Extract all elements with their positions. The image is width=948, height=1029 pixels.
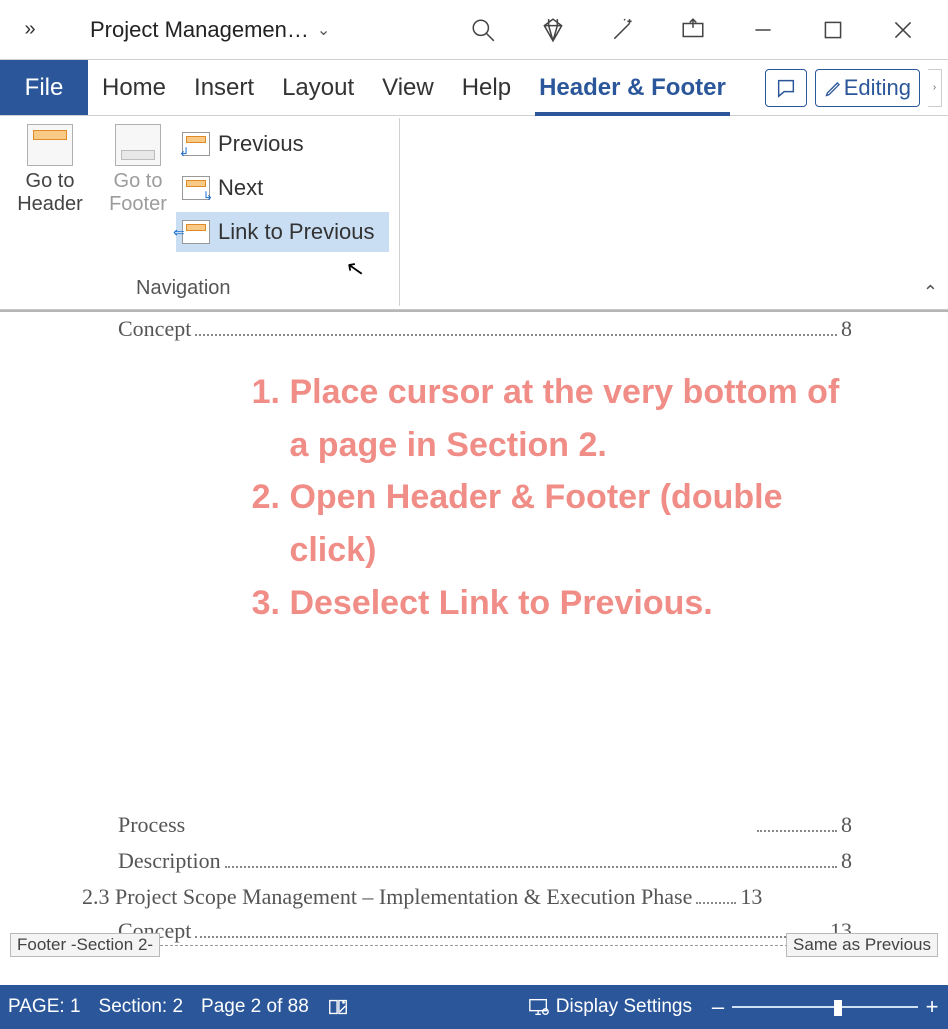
- previous-icon: ↲: [182, 132, 210, 156]
- annotation-item-3: Deselect Link to Previous.: [289, 577, 849, 630]
- same-as-previous-tag: Same as Previous: [786, 933, 938, 957]
- toc-leader: [195, 334, 837, 336]
- goto-header-label-line2: Header: [8, 193, 92, 216]
- book-icon: [327, 996, 349, 1018]
- status-page[interactable]: PAGE: 1: [8, 996, 81, 1018]
- zoom-in-button[interactable]: +: [924, 994, 940, 1020]
- toc-page: 8: [841, 812, 852, 838]
- status-section[interactable]: Section: 2: [99, 996, 184, 1018]
- comment-icon: [775, 77, 797, 99]
- tab-layout[interactable]: Layout: [268, 60, 368, 115]
- toc-label: Description: [118, 848, 221, 874]
- maximize-button[interactable]: [798, 0, 868, 60]
- tab-header-footer[interactable]: Header & Footer: [525, 60, 740, 115]
- close-icon: [890, 17, 916, 43]
- close-button[interactable]: [868, 0, 938, 60]
- zoom-thumb[interactable]: [834, 1000, 842, 1016]
- editing-mode-label: Editing: [844, 75, 911, 101]
- pencil-icon: [824, 78, 844, 98]
- toc-label: Concept: [118, 316, 191, 342]
- tab-view[interactable]: View: [368, 60, 448, 115]
- next-label: Next: [218, 175, 263, 201]
- status-bar: PAGE: 1 Section: 2 Page 2 of 88 Display …: [0, 985, 948, 1029]
- collapse-ribbon-button[interactable]: ⌃: [923, 282, 938, 303]
- toc-line: Concept 13: [118, 918, 852, 944]
- goto-header-label-line1: Go to: [8, 170, 92, 193]
- ribbon-tabs: File Home Insert Layout View Help Header…: [0, 60, 948, 116]
- previous-button[interactable]: ↲ Previous: [176, 124, 310, 164]
- editing-mode-button[interactable]: Editing: [815, 69, 920, 107]
- comments-button[interactable]: [765, 69, 807, 107]
- toc-line: Description 8: [118, 848, 852, 874]
- monitor-gear-icon: [528, 996, 550, 1018]
- zoom-slider[interactable]: – +: [710, 994, 940, 1020]
- goto-footer-label-line1: Go to: [96, 170, 180, 193]
- toc-page: 8: [841, 848, 852, 874]
- display-settings-button[interactable]: Display Settings: [528, 996, 692, 1018]
- tab-home[interactable]: Home: [88, 60, 180, 115]
- goto-footer-button: Go to Footer: [96, 118, 180, 216]
- toc-line: 2.3 Project Scope Management – Implement…: [82, 884, 852, 910]
- footer-section-tag: Footer -Section 2-: [10, 933, 160, 957]
- next-icon: ↳: [182, 176, 210, 200]
- zoom-track[interactable]: [732, 1006, 918, 1008]
- tab-insert[interactable]: Insert: [180, 60, 268, 115]
- minimize-icon: [750, 17, 776, 43]
- status-accessibility-button[interactable]: [327, 996, 349, 1018]
- display-mode-icon: [680, 17, 706, 43]
- toc-leader: [225, 866, 837, 868]
- title-bar: » Project Managemen… ⌄: [0, 0, 948, 60]
- ribbon-group-navigation: Go to Header Go to Footer ↲ Previous ↳ N…: [6, 118, 400, 306]
- diamond-icon: [540, 17, 566, 43]
- ribbon-group-label: Navigation: [136, 277, 231, 300]
- status-page-of[interactable]: Page 2 of 88: [201, 996, 309, 1018]
- toc-leader: [757, 830, 837, 832]
- annotation-overlay: 1. Place cursor at the very bottom of a …: [230, 366, 870, 629]
- document-area[interactable]: Concept 8 1. Place cursor at the very bo…: [0, 310, 948, 985]
- display-mode-button[interactable]: [658, 0, 728, 60]
- previous-label: Previous: [218, 131, 304, 157]
- annotation-item-2: Open Header & Footer (double click): [289, 471, 849, 576]
- tab-help[interactable]: Help: [448, 60, 525, 115]
- search-button[interactable]: [448, 0, 518, 60]
- toc-leader: [696, 902, 736, 904]
- toc-page: 8: [841, 316, 852, 342]
- tab-file[interactable]: File: [0, 60, 88, 115]
- maximize-icon: [820, 17, 846, 43]
- toc-label: Process: [118, 812, 185, 838]
- link-to-previous-button[interactable]: Link to Previous: [176, 212, 389, 252]
- toc-leader: [195, 936, 826, 938]
- ribbon-overflow-button[interactable]: ›: [928, 69, 942, 107]
- magic-button[interactable]: [588, 0, 658, 60]
- display-settings-label: Display Settings: [556, 996, 692, 1018]
- header-icon: [27, 124, 73, 166]
- document-title-dropdown[interactable]: Project Managemen… ⌄: [90, 17, 330, 43]
- goto-footer-label-line2: Footer: [96, 193, 180, 216]
- wand-icon: [610, 17, 636, 43]
- document-title: Project Managemen…: [90, 17, 309, 43]
- quick-access-overflow-button[interactable]: »: [10, 10, 50, 50]
- next-button[interactable]: ↳ Next: [176, 168, 269, 208]
- link-to-previous-label: Link to Previous: [218, 219, 375, 245]
- zoom-out-button[interactable]: –: [710, 994, 726, 1020]
- toc-label: 2.3 Project Scope Management – Implement…: [82, 884, 692, 910]
- footer-icon: [115, 124, 161, 166]
- premium-button[interactable]: [518, 0, 588, 60]
- document-page: Concept 8 1. Place cursor at the very bo…: [10, 312, 938, 985]
- link-to-previous-icon: [182, 220, 210, 244]
- toc-line: Concept 8: [118, 316, 852, 342]
- search-icon: [470, 17, 496, 43]
- annotation-item-1: Place cursor at the very bottom of a pag…: [289, 366, 849, 471]
- chevron-down-icon: ⌄: [317, 20, 330, 40]
- goto-header-button[interactable]: Go to Header: [8, 118, 92, 216]
- toc-page: 13: [740, 884, 762, 910]
- toc-line: Process 8: [118, 812, 852, 838]
- minimize-button[interactable]: [728, 0, 798, 60]
- ribbon-body: Go to Header Go to Footer ↲ Previous ↳ N…: [0, 116, 948, 310]
